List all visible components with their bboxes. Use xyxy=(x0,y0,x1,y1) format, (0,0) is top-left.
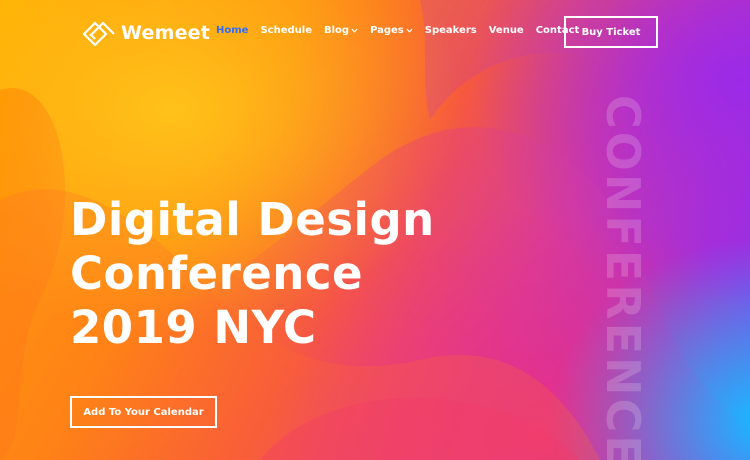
nav-item-label: Venue xyxy=(488,25,524,36)
chevron-down-icon xyxy=(351,28,358,33)
nav-item-label: Blog xyxy=(323,25,350,36)
hero-headline: Digital Design Conference 2019 NYC xyxy=(70,193,435,355)
nav-item-venue[interactable]: Venue xyxy=(489,25,524,36)
buy-ticket-button[interactable]: Buy Ticket xyxy=(564,16,658,48)
nav-item-blog[interactable]: Blog xyxy=(324,25,358,36)
brand-logo[interactable]: Wemeet xyxy=(82,20,210,46)
nav-item-pages[interactable]: Pages xyxy=(370,25,413,36)
nav-item-speakers[interactable]: Speakers xyxy=(425,25,477,36)
chevron-down-icon xyxy=(406,28,413,33)
navbar: Wemeet Home Schedule Blog Pages Speakers… xyxy=(0,0,750,64)
headline-line-2: Conference xyxy=(70,247,364,300)
hero-section: CONFERENCE Wemeet Home Schedule Blog Pag… xyxy=(0,0,750,460)
nav-item-label: Schedule xyxy=(260,25,312,36)
conference-watermark: CONFERENCE xyxy=(596,95,650,460)
nav-item-label: Home xyxy=(216,25,249,36)
nav-item-home[interactable]: Home xyxy=(216,25,248,36)
nav-item-label: Speakers xyxy=(424,25,477,36)
brand-name: Wemeet xyxy=(121,22,211,44)
add-to-calendar-button[interactable]: Add To Your Calendar xyxy=(70,396,217,428)
nav-item-label: Pages xyxy=(370,25,404,36)
headline-line-3: 2019 NYC xyxy=(70,301,317,354)
wemeet-logo-icon xyxy=(82,21,115,46)
nav-item-schedule[interactable]: Schedule xyxy=(260,25,312,36)
headline-line-1: Digital Design xyxy=(70,193,435,246)
main-nav: Home Schedule Blog Pages Speakers Venue … xyxy=(216,25,591,36)
